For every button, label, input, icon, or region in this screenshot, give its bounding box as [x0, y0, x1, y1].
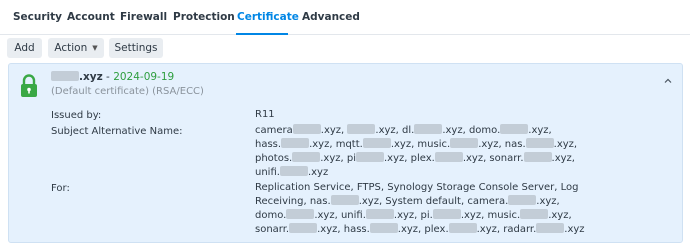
tab-firewall[interactable]: Firewall [120, 11, 167, 23]
san-line: camera .xyz, .xyz, dl. .xyz, domo. .xyz, [255, 124, 552, 136]
san-value: camera .xyz, .xyz, dl. .xyz, domo. .xyz, ha… [255, 124, 577, 180]
redacted-text [525, 138, 554, 148]
tab-certificate[interactable]: Certificate [237, 11, 299, 23]
redacted-text [51, 71, 79, 81]
redacted-text [434, 152, 463, 162]
issued-by-label: Issued by: [51, 110, 102, 121]
redacted-text [289, 223, 318, 233]
redacted-text [365, 209, 394, 219]
settings-button[interactable]: Settings [109, 38, 163, 58]
certificate-card[interactable]: .xyz - 2024-09-19 (Default certificate) … [8, 63, 683, 243]
tab-account[interactable]: Account [67, 11, 115, 23]
redacted-text [292, 124, 321, 134]
san-label: Subject Alternative Name: [51, 126, 183, 137]
chevron-up-icon[interactable] [663, 76, 673, 86]
tab-security[interactable]: Security [13, 11, 62, 23]
for-line: Replication Service, FTPS, Synology Stor… [255, 182, 579, 193]
redacted-text [520, 209, 549, 219]
add-button-label: Add [14, 42, 35, 54]
redacted-text [279, 166, 308, 176]
certificate-title: .xyz - 2024-09-19 [51, 71, 174, 83]
redacted-text [432, 209, 461, 219]
tab-protection[interactable]: Protection [173, 11, 235, 23]
san-line: hass. .xyz, mqtt. .xyz, music. .xyz, nas. .x… [255, 138, 578, 150]
active-tab-indicator [236, 33, 288, 35]
toolbar: Add Action ▼ Settings [0, 38, 690, 58]
lock-icon [21, 74, 37, 97]
redacted-text [450, 138, 479, 148]
settings-button-label: Settings [114, 42, 158, 54]
redacted-text [362, 138, 391, 148]
redacted-text [347, 124, 376, 134]
action-button-label: Action [54, 42, 88, 54]
add-button[interactable]: Add [7, 38, 42, 58]
san-line: unifi. .xyz [255, 166, 329, 178]
redacted-text [281, 138, 310, 148]
redacted-text [292, 152, 321, 162]
redacted-text [330, 195, 359, 205]
tab-bar: Security Account Firewall Protection Cer… [0, 0, 690, 35]
for-line: sonarr. .xyz, hass. .xyz, plex. .xyz, radar… [255, 223, 585, 235]
redacted-text [523, 152, 552, 162]
redacted-text [414, 124, 443, 134]
certificate-subtitle: (Default certificate) (RSA/ECC) [51, 86, 204, 97]
redacted-text [369, 223, 398, 233]
issued-by-value: R11 [255, 109, 275, 120]
redacted-text [286, 209, 315, 219]
redacted-text [355, 152, 384, 162]
redacted-text [536, 223, 565, 233]
redacted-text [508, 195, 537, 205]
certificate-domain: .xyz [79, 71, 103, 83]
for-line: Receiving, nas. .xyz, System default, cam… [255, 195, 560, 207]
caret-down-icon: ▼ [92, 44, 98, 52]
redacted-text [500, 124, 529, 134]
for-line: domo. .xyz, unifi. .xyz, pi. .xyz, music. .x… [255, 209, 572, 221]
for-value: Replication Service, FTPS, Synology Stor… [255, 181, 585, 237]
redacted-text [448, 223, 477, 233]
action-button[interactable]: Action ▼ [48, 38, 104, 58]
title-separator: - [102, 71, 114, 83]
certificate-expiry-date: 2024-09-19 [113, 71, 175, 83]
tab-advanced[interactable]: Advanced [302, 11, 360, 23]
for-label: For: [51, 183, 70, 194]
san-line: photos. .xyz, pi .xyz, plex. .xyz, sonarr..… [255, 152, 575, 164]
